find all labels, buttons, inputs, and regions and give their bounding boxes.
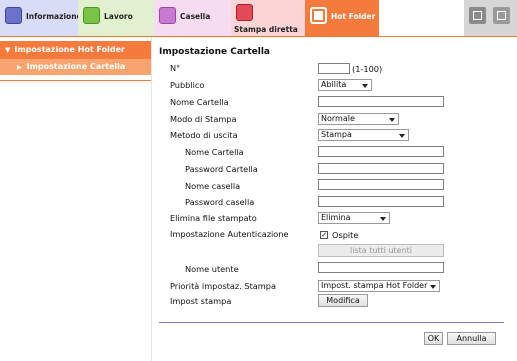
tab-label: Stampa diretta [234,25,298,34]
delete-printed-label: Elimina file stampato [170,213,257,223]
print-mode-select[interactable]: Normale [318,113,399,125]
utility-icons [464,0,517,36]
tab-stampa-diretta[interactable]: Stampa diretta [231,0,305,36]
top-tab-bar: Informazione Lavoro Casella Stampa diret… [0,0,517,37]
chevron-down-icon [380,217,386,221]
number-label: N° [170,63,181,73]
tab-informazione[interactable]: Informazione [0,0,82,36]
page-title: Impostazione Cartella [159,47,271,57]
number-range: (1-100) [352,64,383,74]
box-icon [159,7,176,24]
tab-label: Hot Folder [331,12,376,21]
folder-name-input[interactable] [318,96,444,107]
job-icon [83,7,100,24]
cancel-button[interactable]: Annulla [447,332,496,345]
sub-folder-name-label: Nome Cartella [185,147,244,157]
print-settings-label: Impost stampa [170,296,232,306]
user-name-label: Nome utente [185,264,239,274]
public-label: Pubblico [170,80,205,90]
settings-icon[interactable] [469,7,486,24]
modify-button[interactable]: Modifica [318,294,368,307]
folder-password-input[interactable] [318,163,444,174]
print-mode-value: Normale [321,114,355,123]
output-method-select[interactable]: Stampa [318,129,409,141]
sidebar-item-label: Impostazione Hot Folder [14,45,125,54]
sidebar-item-folder-settings[interactable]: ▶ Impostazione Cartella [0,59,151,75]
list-all-users-button[interactable]: lista tutti utenti [318,244,444,257]
tab-casella[interactable]: Casella [154,0,231,36]
priority-select[interactable]: Impost. stampa Hot Folder [318,280,440,292]
priority-value: Impost. stampa Hot Folder [321,281,428,290]
box-password-label: Password casella [185,197,255,207]
tab-lavoro[interactable]: Lavoro [78,0,154,36]
box-name-label: Nome casella [185,181,241,191]
public-select[interactable]: Abilita [318,79,372,91]
chevron-down-icon [399,134,405,138]
hot-folder-icon [310,7,327,24]
triangle-down-icon: ▼ [5,46,11,54]
chevron-down-icon [362,84,368,88]
checkmark-icon: ✓ [321,231,327,239]
tab-label: Casella [180,12,211,21]
triangle-right-icon: ▶ [17,64,22,71]
user-name-input[interactable] [318,262,444,273]
box-password-input[interactable] [318,196,444,207]
direct-print-icon [236,4,253,21]
delete-printed-value: Elimina [321,213,351,222]
sub-folder-name-input[interactable] [318,146,444,157]
ok-button[interactable]: OK [424,332,443,345]
auth-label: Impostazione Autenticazione [170,229,289,239]
folder-name-label: Nome Cartella [170,97,229,107]
priority-label: Priorità impostaz. Stampa [170,281,276,291]
help-icon[interactable] [493,7,510,24]
sidebar-item-label: Impostazione Cartella [26,62,126,71]
print-mode-label: Modo di Stampa [170,114,237,124]
tab-label: Lavoro [104,12,133,21]
divider [159,322,504,323]
public-value: Abilita [321,80,347,89]
tab-hot-folder[interactable]: Hot Folder [305,0,379,36]
info-icon [5,7,22,24]
sidebar-item-hot-folder[interactable]: ▼ Impostazione Hot Folder [0,41,151,59]
folder-password-label: Password Cartella [185,164,258,174]
output-method-value: Stampa [321,130,352,139]
sidebar-divider [0,80,151,81]
output-method-label: Metodo di uscita [170,130,238,140]
tab-label: Informazione [26,12,82,21]
chevron-down-icon [389,118,395,122]
chevron-down-icon [430,285,436,289]
guest-label: Ospite [332,230,359,240]
sidebar: ▼ Impostazione Hot Folder ▶ Impostazione C… [0,37,152,361]
number-input[interactable] [318,63,350,74]
box-name-input[interactable] [318,179,444,190]
delete-printed-select[interactable]: Elimina [318,212,390,224]
guest-checkbox[interactable]: ✓ [320,231,328,239]
